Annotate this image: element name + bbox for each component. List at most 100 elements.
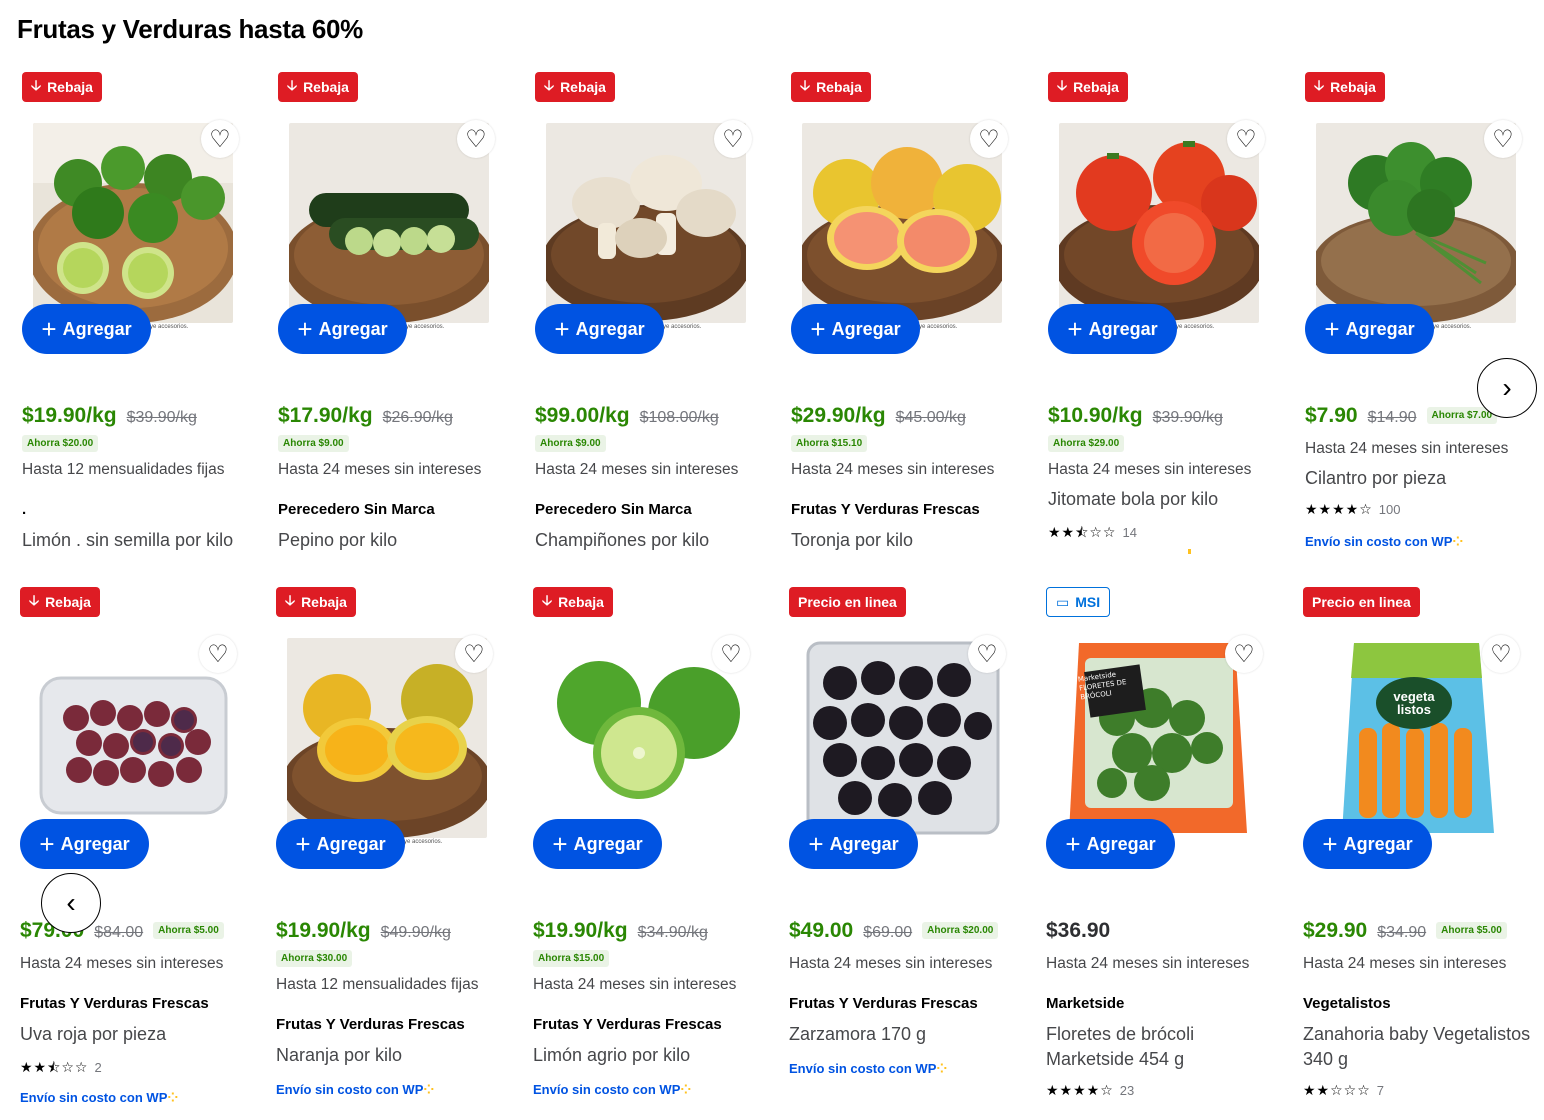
add-to-cart-button[interactable]: + Agregar (278, 304, 407, 354)
add-to-cart-button[interactable]: + Agregar (22, 304, 151, 354)
current-price: $29.90/kg (791, 404, 886, 427)
favorite-heart-icon[interactable]: ♡ (712, 635, 750, 673)
favorite-heart-icon[interactable]: ♡ (199, 635, 237, 673)
price-line: $17.90/kg $26.90/kg (278, 404, 453, 428)
brand-name: Frutas Y Verduras Frescas (791, 501, 980, 518)
favorite-heart-icon[interactable]: ♡ (201, 120, 239, 158)
plus-icon: + (552, 829, 568, 859)
product-image[interactable] (31, 638, 231, 838)
product-image[interactable] (544, 638, 744, 838)
sale-badge: 🡣 Rebaja (1048, 72, 1128, 102)
price-line: $36.90 (1046, 919, 1110, 943)
badge-label: Rebaja (45, 594, 91, 610)
product-image[interactable] (802, 123, 1002, 323)
carousel-next-button[interactable]: › (1477, 358, 1537, 418)
savings-badge: Ahorra $15.10 (791, 435, 868, 452)
rating-count: 2 (94, 1060, 102, 1075)
rating-count: 23 (1119, 1083, 1135, 1098)
favorite-heart-icon[interactable]: ♡ (1484, 120, 1522, 158)
carousel-prev-button[interactable]: ‹ (41, 873, 101, 933)
installments-text: Hasta 24 meses sin intereses (535, 461, 739, 478)
product-name[interactable]: Limón . sin semilla por kilo (22, 528, 257, 553)
favorite-heart-icon[interactable]: ♡ (714, 120, 752, 158)
star-icons: ★★⯪☆☆ (20, 1059, 89, 1075)
current-price: $36.90 (1046, 919, 1111, 942)
badge-label: Rebaja (558, 594, 604, 610)
add-to-cart-button[interactable]: + Agregar (789, 819, 918, 869)
image-caption: ye accesorios. (1433, 324, 1472, 330)
product-name[interactable]: Pepino por kilo (278, 528, 513, 553)
plus-icon: + (1067, 314, 1083, 344)
add-to-cart-button[interactable]: + Agregar (533, 819, 662, 869)
favorite-heart-icon[interactable]: ♡ (970, 120, 1008, 158)
plus-icon: + (39, 829, 55, 859)
add-label: Agregar (829, 833, 899, 854)
plus-icon: + (297, 314, 313, 344)
product-image[interactable] (33, 123, 233, 323)
image-caption: ye accesorios. (1176, 324, 1215, 330)
favorite-heart-icon[interactable]: ♡ (968, 635, 1006, 673)
brand-name: Frutas Y Verduras Frescas (276, 1016, 465, 1033)
savings-badge: Ahorra $5.00 (1436, 922, 1507, 939)
product-name[interactable]: Jitomate bola por kilo (1048, 487, 1283, 512)
product-image[interactable] (546, 123, 746, 323)
product-name[interactable]: Naranja por kilo (276, 1043, 511, 1068)
add-to-cart-button[interactable]: + Agregar (1046, 819, 1175, 869)
favorite-heart-icon[interactable]: ♡ (455, 635, 493, 673)
product-image[interactable] (287, 638, 487, 838)
online-price-badge: Precio en linea (1303, 587, 1420, 617)
plus-icon: + (295, 829, 311, 859)
add-to-cart-button[interactable]: + Agregar (535, 304, 664, 354)
installments-text: Hasta 12 mensualidades fijas (22, 461, 225, 478)
old-price: $39.90/kg (126, 409, 197, 426)
current-price: $10.90/kg (1048, 404, 1143, 427)
shipping-label: Envío sin costo con (789, 1061, 912, 1076)
add-to-cart-button[interactable]: + Agregar (1048, 304, 1177, 354)
product-name[interactable]: Zanahoria baby Vegetalistos 340 g (1303, 1022, 1538, 1072)
favorite-heart-icon[interactable]: ♡ (1227, 120, 1265, 158)
add-to-cart-button[interactable]: + Agregar (1303, 819, 1432, 869)
add-to-cart-button[interactable]: + Agregar (1305, 304, 1434, 354)
add-label: Agregar (62, 318, 132, 339)
sale-badge: 🡣 Rebaja (276, 587, 356, 617)
package-label: vegeta listos (1393, 689, 1435, 717)
add-to-cart-button[interactable]: + Agregar (20, 819, 149, 869)
product-name[interactable]: Cilantro por pieza (1305, 466, 1540, 491)
product-name[interactable]: Floretes de brócoli Marketside 454 g (1046, 1022, 1281, 1072)
product-image[interactable] (289, 123, 489, 323)
add-to-cart-button[interactable]: + Agregar (791, 304, 920, 354)
product-image[interactable] (1316, 123, 1516, 323)
product-image[interactable]: Marketside FLORETES DE BRÓCOLI (1057, 638, 1257, 838)
price-line: $29.90/kg $45.00/kg (791, 404, 966, 428)
installments-text: Hasta 24 meses sin intereses (1303, 955, 1507, 972)
old-price: $84.00 (94, 924, 144, 941)
walmart-pass-logo: WP (146, 1090, 168, 1105)
product-name[interactable]: Zarzamora 170 g (789, 1022, 1024, 1047)
image-caption: ye accesorios. (150, 324, 189, 330)
chevron-right-icon: › (1502, 372, 1512, 403)
free-shipping-text: Envío sin costo con WP⁘ (276, 1082, 434, 1098)
add-to-cart-button[interactable]: + Agregar (276, 819, 405, 869)
product-name[interactable]: Uva roja por pieza (20, 1022, 255, 1047)
old-price: $34.90/kg (637, 924, 708, 941)
current-price: $19.90/kg (533, 919, 628, 942)
savings-badge: Ahorra $30.00 (276, 950, 353, 967)
product-name[interactable]: Limón agrio por kilo (533, 1043, 768, 1068)
walmart-pass-logo: WP (659, 1082, 681, 1097)
walmart-pass-logo: WP (1431, 534, 1453, 549)
favorite-heart-icon[interactable]: ♡ (1482, 635, 1520, 673)
product-name[interactable]: Toronja por kilo (791, 528, 1026, 553)
spark-icon: ⁘ (1452, 534, 1464, 549)
favorite-heart-icon[interactable]: ♡ (457, 120, 495, 158)
product-image[interactable] (1059, 123, 1259, 323)
sale-badge: 🡣 Rebaja (1305, 72, 1385, 102)
product-name[interactable]: Champiñones por kilo (535, 528, 770, 553)
rating-count: 100 (1378, 502, 1401, 517)
product-image[interactable] (800, 638, 1000, 838)
plus-icon: + (1322, 829, 1338, 859)
plus-icon: + (808, 829, 824, 859)
savings-badge: Ahorra $9.00 (535, 435, 606, 452)
favorite-heart-icon[interactable]: ♡ (1225, 635, 1263, 673)
rating-stars: ★★⯪☆☆ 2 (20, 1057, 102, 1081)
product-image[interactable]: vegeta listos (1314, 638, 1514, 838)
